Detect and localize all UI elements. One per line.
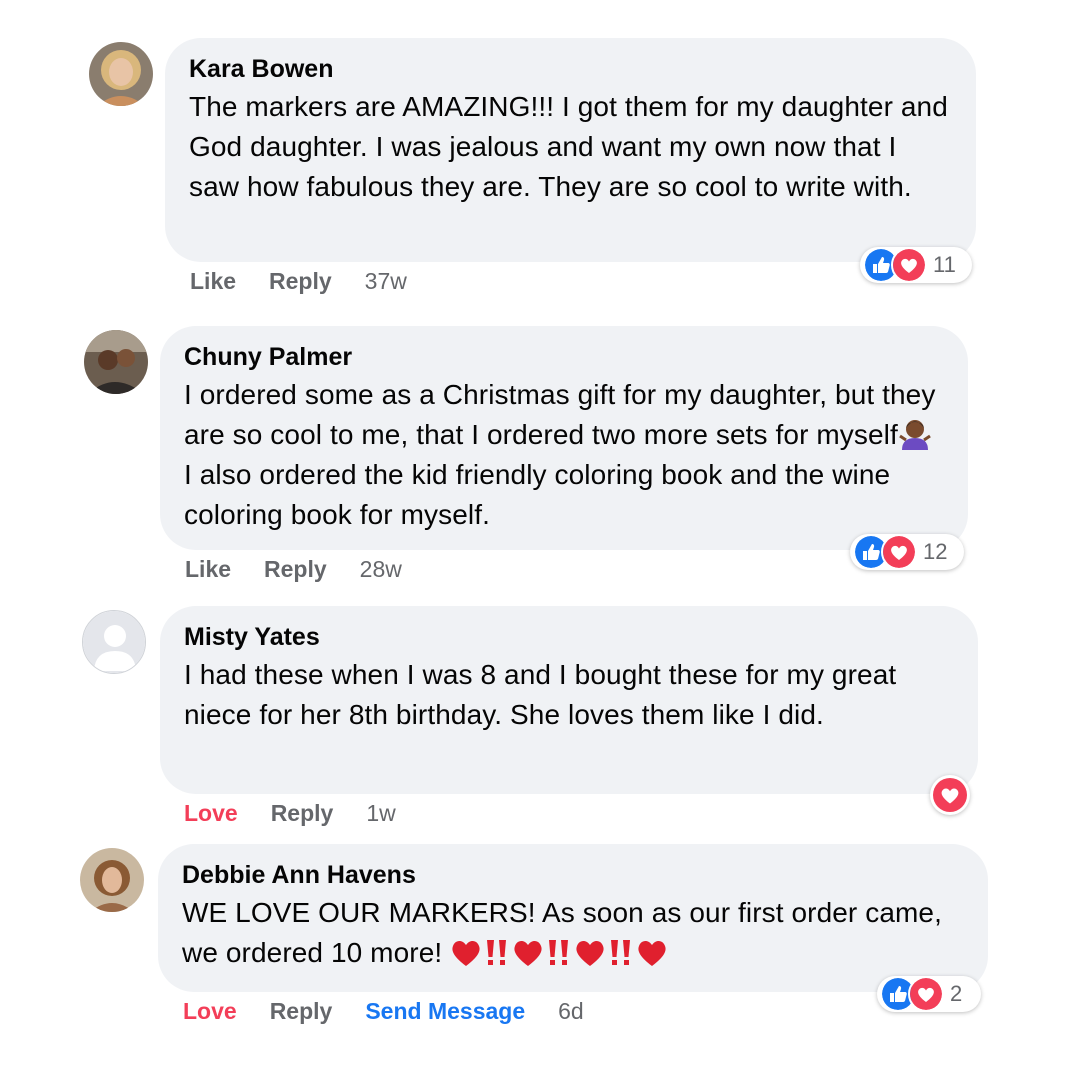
red-heart-emoji-icon [452,940,480,966]
love-button[interactable]: Love [183,998,237,1025]
comment-text-part-2: I also ordered the kid friendly coloring… [184,459,891,530]
avatar-photo-icon [84,330,148,394]
reaction-summary[interactable]: 2 [877,976,981,1012]
comment-actions: Love Reply 1w [184,800,396,827]
red-heart-emoji-icon [576,940,604,966]
reply-button[interactable]: Reply [271,800,334,827]
comment-author[interactable]: Chuny Palmer [184,342,944,372]
double-exclamation-emoji-icon [549,940,569,965]
red-heart-emoji-icon [638,940,666,966]
double-exclamation-emoji-icon [611,940,631,965]
comment-text: I had these when I was 8 and I bought th… [184,659,897,730]
reaction-count: 2 [950,981,963,1006]
comment-timestamp[interactable]: 1w [366,800,395,827]
red-heart-emoji-icon [514,940,542,966]
comment-bubble: Misty Yates I had these when I was 8 and… [160,606,978,794]
woman-shrugging-emoji-icon [899,420,931,450]
comment-text-part-1: I ordered some as a Christmas gift for m… [184,379,936,450]
avatar-photo-icon [80,848,144,912]
like-button[interactable]: Like [190,268,236,295]
reaction-count: 12 [923,539,948,564]
comment-text: I ordered some as a Christmas gift for m… [184,375,944,535]
comment-timestamp[interactable]: 6d [558,998,584,1025]
double-exclamation-emoji-icon [487,940,507,965]
reaction-count: 11 [933,252,956,277]
comment-timestamp[interactable]: 37w [365,268,407,295]
love-button[interactable]: Love [184,800,238,827]
like-button[interactable]: Like [185,556,231,583]
comment-actions: Like Reply 28w [185,556,402,583]
reply-button[interactable]: Reply [264,556,327,583]
comment-bubble: Kara Bowen The markers are AMAZING!!! I … [165,38,976,262]
reaction-summary[interactable] [930,775,970,815]
comment-bubble: Chuny Palmer I ordered some as a Christm… [160,326,968,550]
comment-text: WE LOVE OUR MARKERS! As soon as our firs… [182,893,964,973]
comment-author[interactable]: Debbie Ann Havens [182,860,964,890]
reply-button[interactable]: Reply [269,268,332,295]
comment-author[interactable]: Kara Bowen [189,54,952,84]
love-reaction-icon [908,976,944,1012]
comment-actions: Love Reply Send Message 6d [183,998,584,1025]
avatar[interactable] [82,610,146,674]
comment-author[interactable]: Misty Yates [184,622,954,652]
default-avatar-icon [83,611,145,673]
emoji-sequence [450,937,668,968]
avatar[interactable] [89,42,153,106]
reaction-summary[interactable]: 11 [860,247,972,283]
comment-text: The markers are AMAZING!!! I got them fo… [189,91,948,202]
love-reaction-icon [891,247,927,283]
love-reaction-icon [881,534,917,570]
avatar[interactable] [80,848,144,912]
avatar-photo-icon [89,42,153,106]
comment-timestamp[interactable]: 28w [360,556,402,583]
reply-button[interactable]: Reply [270,998,333,1025]
comment-bubble: Debbie Ann Havens WE LOVE OUR MARKERS! A… [158,844,988,992]
reaction-summary[interactable]: 12 [850,534,964,570]
love-reaction-icon [933,778,967,812]
avatar[interactable] [84,330,148,394]
comment-actions: Like Reply 37w [190,268,407,295]
send-message-button[interactable]: Send Message [365,998,525,1025]
